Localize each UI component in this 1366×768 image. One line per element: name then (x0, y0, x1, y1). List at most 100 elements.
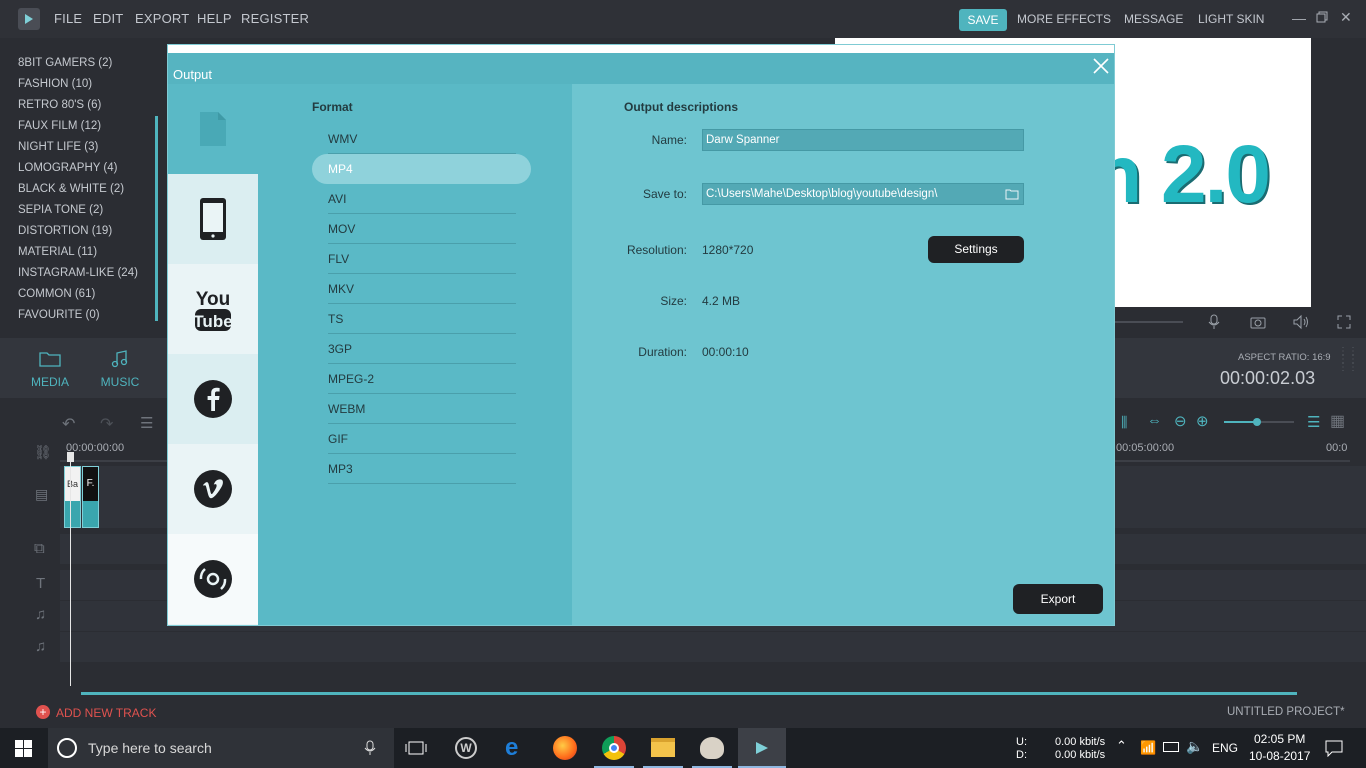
paint-app-icon[interactable] (700, 737, 724, 759)
format-item-mkv[interactable]: MKV (328, 274, 516, 304)
format-item-3gp[interactable]: 3GP (328, 334, 516, 364)
maximize-icon[interactable] (1316, 10, 1328, 26)
clock-date[interactable]: 10-08-2017 (1249, 749, 1310, 763)
speaker-icon[interactable]: 🔈 (1186, 738, 1203, 755)
tab-music[interactable]: MUSIC (99, 349, 141, 389)
battery-icon[interactable] (1163, 742, 1179, 752)
firefox-icon[interactable] (553, 736, 577, 760)
filter-category-item[interactable]: SEPIA TONE (2) (18, 204, 103, 216)
camera-icon[interactable] (1250, 315, 1266, 334)
message-link[interactable]: MESSAGE (1124, 12, 1183, 26)
edge-browser-icon[interactable]: e (505, 734, 518, 762)
filter-category-item[interactable]: FAVOURITE (0) (18, 309, 100, 321)
playhead[interactable] (70, 454, 71, 686)
playback-progress-bar[interactable] (1115, 321, 1183, 323)
smartphone-icon (200, 198, 226, 240)
filmora-app-icon[interactable] (738, 728, 786, 768)
sidebar-item-vimeo[interactable] (168, 444, 258, 534)
filter-category-item[interactable]: FAUX FILM (12) (18, 120, 101, 132)
minimize-icon[interactable]: — (1292, 10, 1306, 26)
taskbar-search-box[interactable]: Type here to search (48, 728, 394, 768)
menu-file[interactable]: FILE (54, 11, 82, 26)
panel-grip-icon[interactable]: ⋮⋮ ⋮⋮ ⋮⋮ (1338, 347, 1358, 386)
microphone-icon[interactable] (1207, 314, 1221, 335)
close-window-icon[interactable]: ✕ (1340, 9, 1352, 26)
menu-register[interactable]: REGISTER (241, 11, 309, 26)
format-item-mp4-selected[interactable]: MP4 (312, 154, 531, 184)
format-item-webm[interactable]: WEBM (328, 394, 516, 424)
format-item-flv[interactable]: FLV (328, 244, 516, 274)
playhead-handle[interactable] (67, 452, 74, 462)
format-item-avi[interactable]: AVI (328, 184, 516, 214)
filter-category-item[interactable]: BLACK & WHITE (2) (18, 183, 124, 195)
video-clip[interactable]: F. (82, 466, 99, 528)
filter-panel-scrollbar[interactable] (155, 116, 158, 321)
adjust-icon[interactable]: ☰ (140, 414, 153, 432)
chrome-icon[interactable] (602, 736, 626, 760)
snap-icon[interactable]: ⛓ (34, 444, 52, 461)
sidebar-item-device[interactable] (168, 174, 258, 264)
sidebar-item-facebook[interactable] (168, 354, 258, 444)
format-item-mp3[interactable]: MP3 (328, 454, 516, 484)
zoom-out-icon[interactable]: ⊖ (1174, 412, 1187, 430)
music-track-2[interactable] (60, 632, 1366, 662)
filter-category-item[interactable]: FASHION (10) (18, 78, 92, 90)
language-indicator[interactable]: ENG (1212, 741, 1238, 755)
action-center-icon[interactable] (1325, 739, 1343, 762)
light-skin-link[interactable]: LIGHT SKIN (1198, 12, 1264, 26)
fullscreen-icon[interactable] (1337, 315, 1351, 334)
zoom-slider-handle[interactable] (1253, 418, 1261, 426)
filter-category-item[interactable]: COMMON (61) (18, 288, 95, 300)
save-button[interactable]: SAVE (959, 9, 1007, 31)
filter-category-item[interactable]: RETRO 80'S (6) (18, 99, 101, 111)
save-to-label: Save to: (642, 187, 687, 201)
show-hidden-icons-icon[interactable]: ⌃ (1116, 738, 1127, 754)
save-to-input[interactable]: C:\Users\Mahe\Desktop\blog\youtube\desig… (702, 183, 1024, 205)
redo-icon[interactable]: ↷ (100, 414, 113, 434)
sidebar-item-youtube[interactable]: You Tube (168, 264, 258, 354)
grid-view-icon[interactable]: ▦ (1330, 411, 1345, 431)
clock-time[interactable]: 02:05 PM (1254, 732, 1305, 746)
add-icon[interactable]: + (36, 705, 50, 719)
video-clip[interactable]: Ba (64, 466, 81, 528)
volume-icon[interactable] (1292, 314, 1310, 335)
windows-start-icon[interactable] (15, 740, 32, 762)
tab-media[interactable]: MEDIA (28, 350, 72, 389)
filter-category-item[interactable]: INSTAGRAM-LIKE (24) (18, 267, 138, 279)
export-button[interactable]: Export (1013, 584, 1103, 614)
close-dialog-icon[interactable] (1092, 57, 1110, 80)
task-view-icon[interactable] (405, 740, 427, 761)
format-item-ts[interactable]: TS (328, 304, 516, 334)
menu-edit[interactable]: EDIT (93, 11, 123, 26)
file-explorer-icon[interactable] (651, 738, 675, 757)
filter-category-item[interactable]: LOMOGRAPHY (4) (18, 162, 117, 174)
format-item-wmv[interactable]: WMV (328, 124, 516, 154)
microphone-icon[interactable] (364, 740, 376, 761)
add-new-track-button[interactable]: ADD NEW TRACK (56, 706, 156, 720)
zoom-in-icon[interactable]: ⊕ (1196, 412, 1209, 430)
filter-category-item[interactable]: DISTORTION (19) (18, 225, 112, 237)
fit-timeline-icon[interactable]: ⇔ (1147, 412, 1162, 429)
menu-export[interactable]: EXPORT (135, 11, 189, 26)
format-item-gif[interactable]: GIF (328, 424, 516, 454)
name-input[interactable]: Darw Spanner (702, 129, 1024, 151)
more-effects-link[interactable]: MORE EFFECTS (1017, 12, 1111, 26)
sidebar-item-format[interactable] (168, 84, 258, 174)
settings-button[interactable]: Settings (928, 236, 1024, 263)
folder-browse-icon[interactable] (1005, 187, 1019, 207)
undo-icon[interactable]: ↶ (62, 414, 75, 434)
list-view-icon[interactable]: ☰ (1307, 413, 1320, 431)
zoom-slider[interactable] (1224, 418, 1294, 426)
format-item-mov[interactable]: MOV (328, 214, 516, 244)
sidebar-item-dvd[interactable] (168, 534, 258, 624)
filter-category-item[interactable]: NIGHT LIFE (3) (18, 141, 98, 153)
format-item-mpeg2[interactable]: MPEG-2 (328, 364, 516, 394)
clip-thumbnail: F. (83, 467, 98, 501)
timeline-scrollbar[interactable] (81, 692, 1297, 695)
wordpress-app-icon[interactable]: W (455, 737, 477, 759)
menu-help[interactable]: HELP (197, 11, 232, 26)
audio-mixer-icon[interactable]: ⫼ (1121, 414, 1127, 431)
filter-category-item[interactable]: MATERIAL (11) (18, 246, 97, 258)
network-icon[interactable]: 📶 (1140, 740, 1156, 756)
filter-category-item[interactable]: 8BIT GAMERS (2) (18, 57, 112, 69)
